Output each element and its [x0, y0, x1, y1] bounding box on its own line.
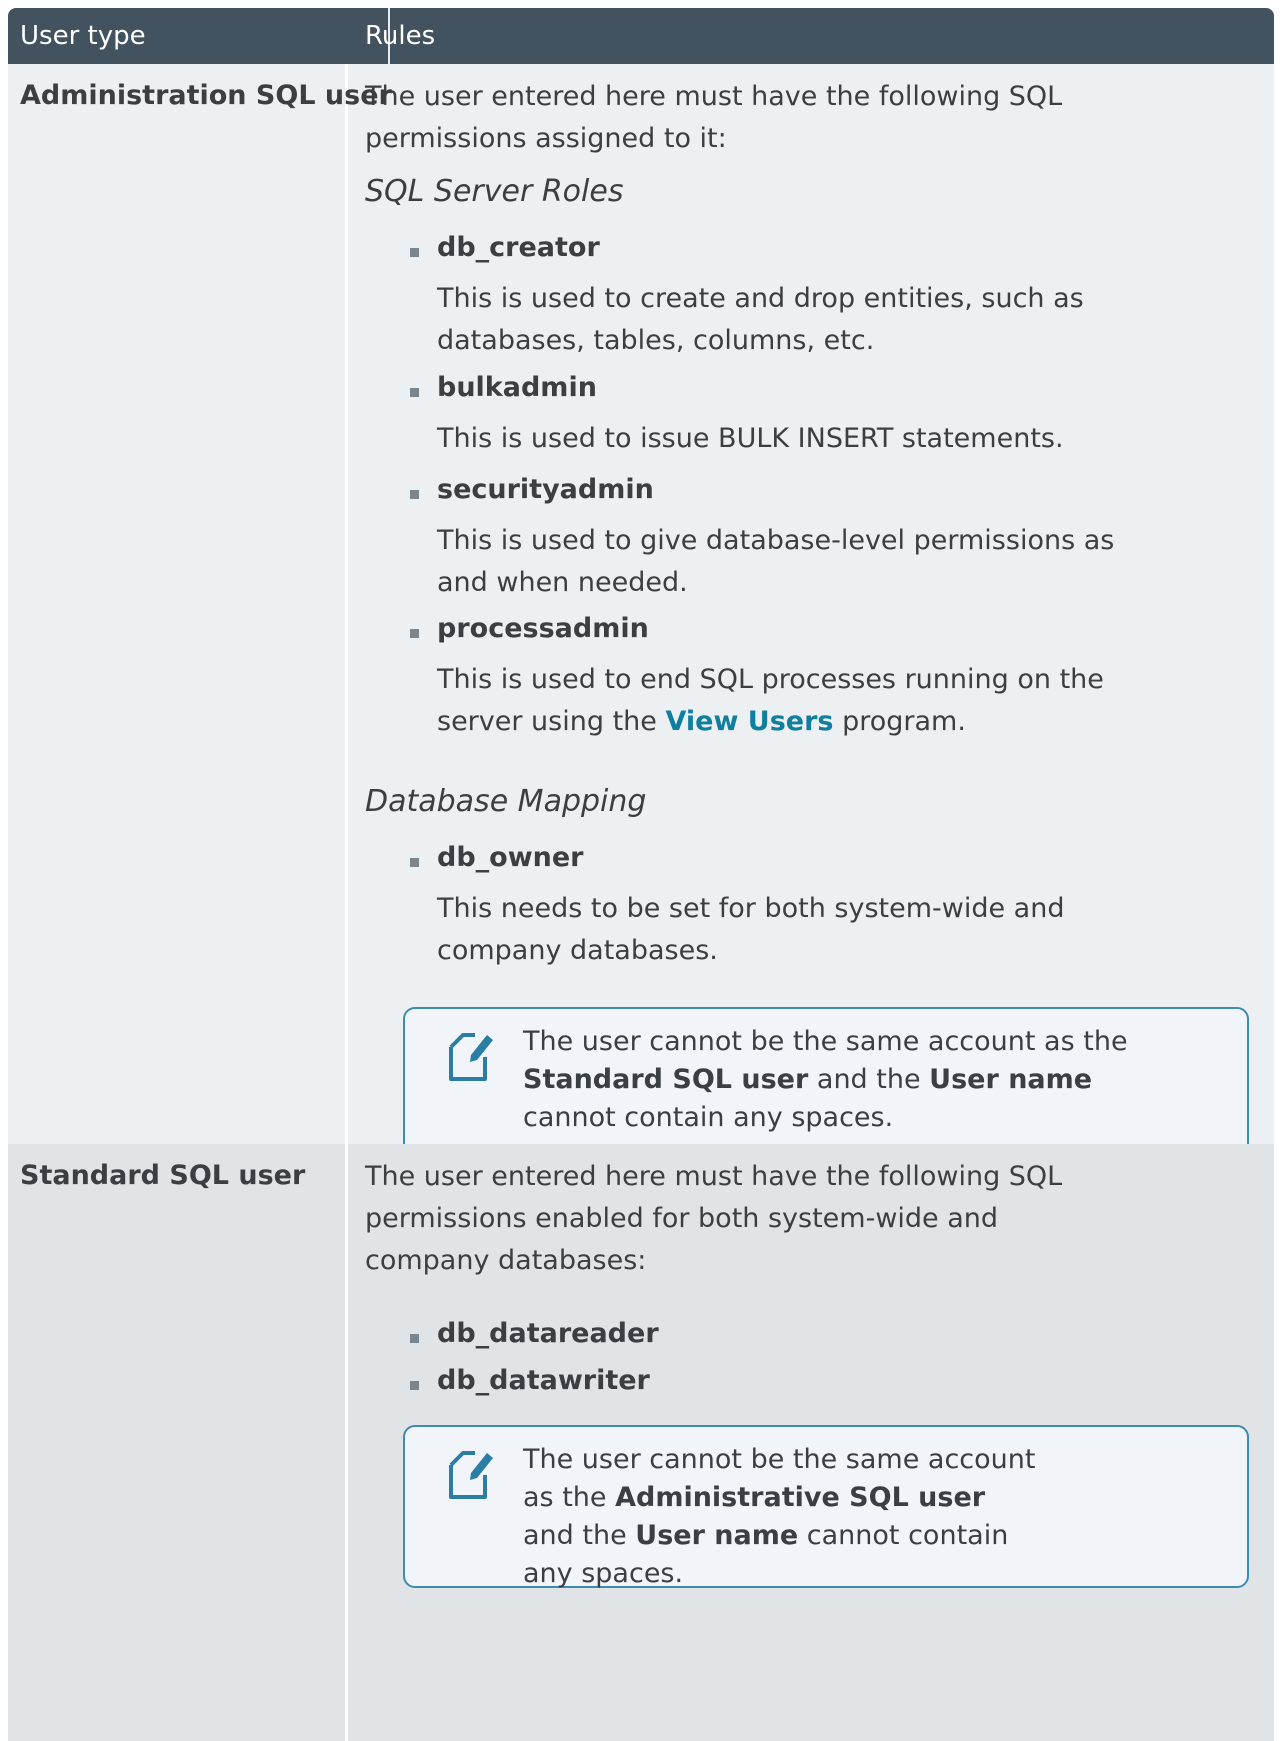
role-name: processadmin [437, 613, 649, 644]
mapping-name: db_owner [437, 842, 584, 873]
note-text: The user cannot be the same account as t… [523, 1441, 1043, 1593]
header-rules: Rules [365, 21, 436, 51]
role-name: bulkadmin [437, 372, 597, 403]
role-name: db_creator [437, 232, 600, 263]
note-text-part: and the [523, 1520, 636, 1551]
role-description: This is used to end SQL processes runnin… [437, 659, 1177, 743]
column-divider [345, 1144, 348, 1741]
rules-intro: The user entered here must have the foll… [365, 81, 1063, 154]
role-description: This is used to give database-level perm… [437, 525, 1115, 598]
note-bold-term: Administrative SQL user [615, 1482, 986, 1513]
square-bullet-icon [410, 858, 419, 867]
note-text-part: cannot contain any spaces. [523, 1102, 894, 1133]
role-description: This is used to create and drop entities… [437, 283, 1084, 356]
section-title-mapping: Database Mapping [365, 784, 647, 819]
role-name: securityadmin [437, 474, 654, 505]
section-title-roles: SQL Server Roles [365, 174, 624, 209]
note-text-part: and the [808, 1064, 930, 1095]
view-users-link[interactable]: View Users [665, 706, 833, 737]
note-bold-term: Standard SQL user [523, 1064, 809, 1095]
column-divider [345, 64, 348, 1288]
note-box: The user cannot be the same account as t… [403, 1425, 1249, 1589]
table-row-standard: Standard SQL user The user entered here … [8, 1144, 1274, 1741]
note-bold-term: User name [929, 1064, 1093, 1095]
table-header: User type Rules [8, 8, 1274, 64]
header-user-type: User type [20, 21, 146, 51]
permission-name: db_datareader [437, 1318, 659, 1349]
square-bullet-icon [410, 629, 419, 638]
note-text: The user cannot be the same account as t… [523, 1023, 1203, 1137]
note-edit-icon [449, 1033, 493, 1081]
mapping-description: This needs to be set for both system-wid… [437, 893, 1065, 966]
note-text-part: The user cannot be the same account as t… [523, 1026, 1128, 1057]
note-bold-term: User name [635, 1520, 799, 1551]
note-edit-icon [449, 1451, 493, 1499]
role-description-text: program. [833, 706, 966, 737]
user-type-label: Administration SQL user [20, 80, 392, 111]
permission-name: db_datawriter [437, 1365, 650, 1396]
rules-intro: The user entered here must have the foll… [365, 1161, 1063, 1276]
square-bullet-icon [410, 248, 419, 257]
square-bullet-icon [410, 388, 419, 397]
square-bullet-icon [410, 1381, 419, 1390]
user-type-label: Standard SQL user [20, 1160, 306, 1191]
square-bullet-icon [410, 490, 419, 499]
table-row-administration: Administration SQL user The user entered… [8, 64, 1274, 1288]
role-description: This is used to issue BULK INSERT statem… [437, 423, 1064, 454]
square-bullet-icon [410, 1334, 419, 1343]
